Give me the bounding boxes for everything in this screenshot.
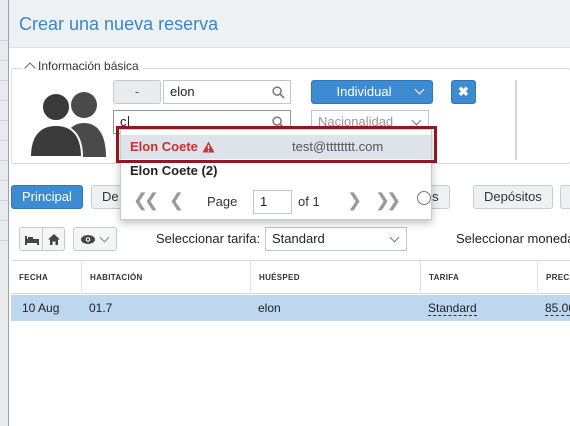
table-row[interactable]: 10 Aug 01.7 elon Standard 85.00 (11, 295, 570, 321)
remove-guest-button[interactable]: - (113, 80, 161, 104)
modal-title: Crear una nueva reserva (19, 14, 219, 34)
basic-info-legend-label: Información básica (38, 59, 139, 73)
cell-tarifa[interactable]: Standard (420, 295, 477, 321)
close-icon: ✖ (458, 84, 469, 99)
guests-avatar-icon (28, 92, 106, 157)
chevron-down-icon (411, 115, 422, 126)
guest-type-dropdown-button[interactable]: Individual (311, 80, 433, 104)
bed-icon[interactable] (24, 234, 40, 246)
col-precio[interactable]: PRECI (537, 261, 570, 294)
cell-habitacion: 01.7 (89, 301, 113, 315)
col-fecha[interactable]: FECHA (11, 261, 81, 294)
tarifa-select[interactable]: Standard (265, 227, 407, 251)
modal-header: Crear una nueva reserva (9, 0, 570, 48)
autocomplete-item-name: Elon Coete (2) (130, 163, 218, 178)
moneda-label: Seleccionar moneda (456, 231, 570, 246)
prev-page-icon[interactable]: ❮ (169, 190, 184, 211)
guest-name-search-input[interactable]: elon (163, 80, 291, 104)
visibility-dropdown[interactable] (73, 227, 117, 251)
next-page-icon[interactable]: ❯ (347, 190, 362, 211)
guest-name-search-value: elon (170, 84, 195, 99)
cell-huesped: elon (258, 301, 281, 315)
chevron-down-icon (389, 232, 400, 243)
eye-icon (81, 235, 95, 244)
col-huesped[interactable]: HUÉSPED (250, 261, 420, 294)
precio-editable[interactable]: 85.00 (545, 301, 570, 316)
cell-precio[interactable]: 85.00 (537, 295, 570, 321)
last-page-icon[interactable]: ❯❯ (375, 190, 401, 211)
close-guest-button[interactable]: ✖ (451, 80, 476, 104)
collapse-chevron-icon[interactable] (24, 62, 36, 74)
annotation-highlight-box (116, 126, 437, 163)
reservation-grid: FECHA HABITACIÓN HUÉSPED TARIFA PRECI 10… (11, 260, 570, 322)
pager-total-label: of 1 (298, 194, 320, 209)
col-tarifa[interactable]: TARIFA (420, 261, 537, 294)
cell-fecha: 10 Aug (22, 301, 60, 315)
tarifa-label: Seleccionar tarifa: (156, 231, 261, 246)
col-habitacion[interactable]: HABITACIÓN (81, 261, 250, 294)
basic-info-legend[interactable]: Información básica (22, 59, 143, 74)
tab-principal[interactable]: Principal (11, 185, 83, 209)
page-number-input[interactable]: 1 (253, 190, 292, 214)
loading-spinner-icon (417, 191, 431, 205)
tarifa-editable[interactable]: Standard (428, 301, 477, 316)
tab-depositos[interactable]: Depósitos (473, 185, 553, 209)
first-page-icon[interactable]: ❮❮ (133, 190, 159, 211)
pager-page-label: Page (207, 194, 238, 209)
autocomplete-pager: ❮❮ ❮ Page 1 of 1 ❯ ❯❯ (121, 188, 431, 216)
grid-header: FECHA HABITACIÓN HUÉSPED TARIFA PRECI (11, 261, 570, 294)
tarifa-select-value: Standard (272, 231, 325, 246)
chevron-down-icon (414, 84, 425, 95)
guest-type-label: Individual (336, 84, 392, 99)
tab-more[interactable] (560, 185, 570, 209)
search-icon[interactable] (272, 86, 285, 99)
view-toggle-group (19, 227, 65, 251)
chevron-down-icon (99, 232, 110, 243)
vertical-divider (515, 80, 517, 160)
home-icon[interactable] (47, 233, 61, 246)
